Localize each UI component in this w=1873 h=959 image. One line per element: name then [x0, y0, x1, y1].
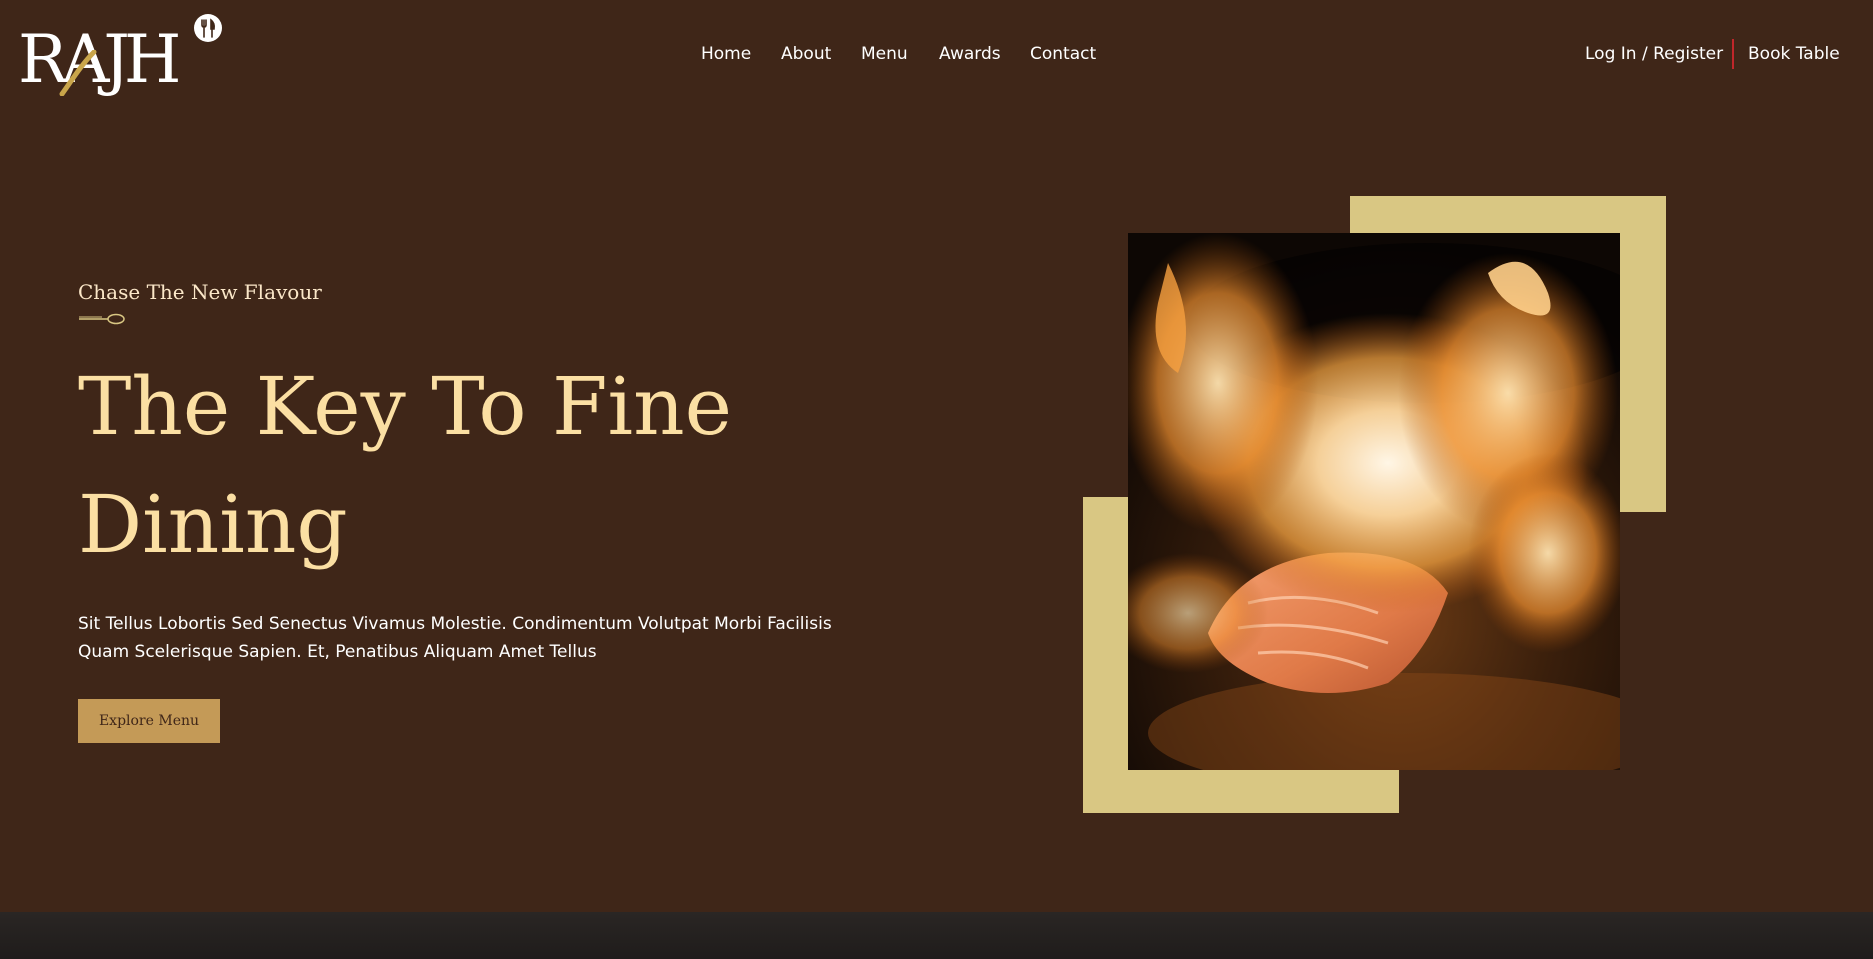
nav-menu[interactable]: Menu — [861, 40, 908, 68]
page: RAJH Home About Menu Awards Contact Log … — [0, 0, 1873, 959]
hero-subtitle: Chase The New Flavour — [78, 280, 322, 304]
spoon-icon — [79, 313, 125, 325]
nav-awards[interactable]: Awards — [939, 40, 1001, 68]
book-table-link[interactable]: Book Table — [1748, 40, 1840, 68]
hero-title-line-2: Dining — [78, 478, 348, 571]
login-register-link[interactable]: Log In / Register — [1585, 40, 1723, 68]
main-nav: Home About Menu Awards Contact Log In / … — [0, 40, 1873, 68]
hero-title-line-1: The Key To Fine — [78, 360, 732, 453]
next-section-strip — [0, 912, 1873, 959]
hero-flame-salmon-image — [1128, 233, 1620, 770]
explore-menu-button[interactable]: Explore Menu — [78, 699, 220, 743]
nav-home[interactable]: Home — [701, 40, 751, 68]
hero-title: The Key To Fine Dining — [78, 348, 898, 584]
nav-contact[interactable]: Contact — [1030, 40, 1096, 68]
nav-about[interactable]: About — [781, 40, 831, 68]
hero-description: Sit Tellus Lobortis Sed Senectus Vivamus… — [78, 614, 832, 662]
nav-separator — [1732, 39, 1734, 69]
fork-knife-icon — [194, 14, 222, 42]
